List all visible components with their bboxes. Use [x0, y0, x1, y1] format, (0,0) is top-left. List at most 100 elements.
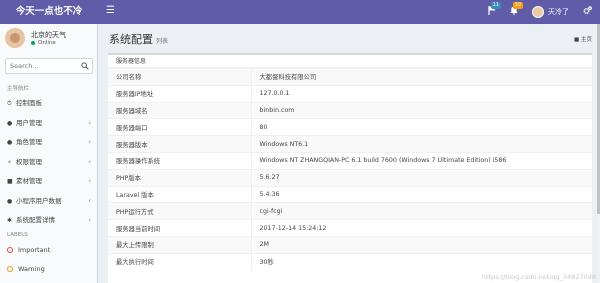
search-icon[interactable]	[81, 62, 89, 70]
table-row: 最大上传限制 2M	[108, 235, 592, 254]
row-value: 30秒	[250, 252, 592, 271]
row-key: 公司名称	[108, 68, 251, 86]
user-panel: 北京的天气 Online	[0, 24, 97, 54]
online-status: Online	[31, 40, 56, 46]
top-navbar: 今天一点也不冷 ☰ 11 10 天冷了	[0, 0, 600, 24]
home-icon: ■	[574, 37, 580, 43]
user-menu-name[interactable]: 天冷了	[548, 7, 569, 17]
table-row: 服务器域名 binbin.com	[108, 101, 592, 119]
server-info-box: 服务器信息 公司名称 大都督科技有限公司 服务器IP地址 127.0.0.1 服务器…	[108, 53, 592, 283]
nav-heading: 主导航栏	[7, 86, 30, 92]
label-important[interactable]: Important	[0, 241, 97, 260]
row-key: 最大执行时间	[108, 252, 251, 271]
bars-icon: ☰	[106, 5, 115, 16]
circle-icon	[7, 266, 13, 272]
search-input[interactable]	[6, 59, 80, 73]
sidebar-item-users[interactable]: ● 用户管理 ‹	[0, 114, 97, 134]
sidebar-item-label: 权限管理	[16, 157, 42, 166]
row-key: PHP版本	[108, 168, 251, 187]
row-key: 服务器当前时间	[108, 219, 251, 237]
table-row: 公司名称 大都督科技有限公司	[108, 68, 592, 86]
row-key: 服务器端口	[108, 118, 251, 136]
chevron-left-icon: ‹	[88, 177, 91, 185]
sidebar-avatar	[5, 28, 25, 48]
users-icon: ●	[7, 139, 13, 146]
sidebar-item-roles[interactable]: ● 角色管理 ‹	[0, 133, 97, 153]
dashboard-icon: ⏱	[7, 100, 12, 107]
chevron-left-icon: ‹	[88, 138, 91, 146]
watermark: https://blog.csdn.net/qq_34827048	[481, 273, 596, 281]
table-row: PHP版本 5.6.27	[108, 168, 592, 187]
label-warning[interactable]: Warning	[0, 260, 97, 279]
labels-list: Important Warning	[0, 241, 97, 279]
user-avatar[interactable]	[532, 6, 544, 18]
sidebar: 北京的天气 Online 主导航栏 ⏱控制面板 ●用户管理 ‹ ●角色管理 ‹ …	[0, 24, 98, 283]
sidebar-item-label: 角色管理	[16, 138, 42, 146]
row-key: 服务器域名	[108, 101, 251, 119]
row-key: 服务器IP地址	[108, 84, 251, 103]
online-dot-icon	[31, 40, 35, 45]
row-value: 大都督科技有限公司	[250, 68, 592, 86]
label-text: Warning	[18, 265, 45, 273]
page-subtitle: 列表	[156, 38, 169, 45]
table-row: 服务器IP地址 127.0.0.1	[108, 84, 592, 103]
breadcrumb-home[interactable]: 主页	[581, 37, 592, 43]
sidebar-item-miniprogram-users[interactable]: ● 小程序用户数据 ‹	[0, 192, 97, 212]
sidebar-item-label: 用户管理	[16, 118, 42, 127]
row-value: cgi-fcgi	[250, 202, 592, 220]
row-value: 2M	[250, 235, 592, 254]
sidebar-toggle-button[interactable]: ☰	[106, 6, 115, 16]
circle-icon	[7, 247, 13, 253]
breadcrumb[interactable]: ■ 主页	[574, 35, 592, 43]
row-value: 127.0.0.1	[250, 84, 592, 103]
sidebar-item-label: 素材管理	[16, 177, 42, 185]
row-key: 服务器版本	[108, 135, 251, 153]
key-icon: ⚬	[7, 158, 13, 166]
notifications-button[interactable]: 11	[488, 2, 501, 18]
sidebar-menu: ⏱ 控制面板 ● 用户管理 ‹ ● 角色管理 ‹ ⚬ 权限管理 ‹ ■ 素材管理 ‹ ● 小…	[0, 94, 97, 231]
folder-icon: ■	[7, 178, 13, 185]
sidebar-item-label: 控制面板	[16, 99, 42, 107]
chevron-left-icon: ‹	[88, 157, 91, 166]
row-key: Laravel 版本	[108, 185, 251, 203]
chevron-left-icon: ‹	[88, 196, 91, 205]
sidebar-item-dashboard[interactable]: ⏱ 控制面板	[0, 94, 97, 114]
sidebar-user-name: 北京的天气	[31, 31, 66, 39]
sidebar-item-system-config[interactable]: ✱ 系统配置详情 ‹	[0, 211, 97, 231]
sidebar-item-materials[interactable]: ■ 素材管理 ‹	[0, 172, 97, 192]
row-key: PHP运行方式	[108, 202, 251, 220]
table-row: 最大执行时间 30秒	[108, 252, 592, 271]
server-info-table: 公司名称 大都督科技有限公司 服务器IP地址 127.0.0.1 服务器域名 binb…	[108, 68, 592, 271]
table-row: 服务器版本 Windows NT6.1	[108, 135, 592, 153]
notifications-badge: 11	[490, 2, 501, 9]
user-icon: ●	[7, 119, 13, 127]
users-icon: ●	[7, 197, 13, 205]
table-row: Laravel 版本 5.4.36	[108, 185, 592, 203]
main-content: 系统配置 列表 ■ 主页 服务器信息 公司名称 大都督科技有限公司 服务器IP地址 1…	[99, 24, 600, 283]
sidebar-item-label: 系统配置详情	[16, 216, 55, 224]
row-key: 服务器操作系统	[108, 151, 251, 170]
app-logo[interactable]: 今天一点也不冷	[0, 0, 98, 24]
row-value: 5.4.36	[250, 185, 592, 203]
page-title-text: 系统配置	[109, 33, 153, 46]
table-row: 服务器操作系统 Windows NT ZHANGQIAN-PC 6.1 build…	[108, 151, 592, 170]
table-row: 服务器端口 80	[108, 118, 592, 136]
cogs-icon: ✱	[7, 217, 13, 224]
status-label: Online	[38, 40, 56, 46]
row-value: 2017-12-14 15:24:12	[250, 219, 592, 237]
cogs-icon	[583, 6, 592, 15]
page-title: 系统配置 列表	[109, 31, 168, 47]
labels-heading: LABELS	[7, 232, 28, 238]
row-value: Windows NT6.1	[250, 135, 592, 153]
navbar-right: 11 10 天冷了	[474, 0, 592, 24]
messages-button[interactable]: 10	[510, 2, 523, 18]
sidebar-item-permissions[interactable]: ⚬ 权限管理 ‹	[0, 153, 97, 173]
messages-badge: 10	[512, 2, 523, 9]
chevron-left-icon: ‹	[88, 216, 91, 224]
sidebar-item-label: 小程序用户数据	[16, 196, 62, 205]
table-row: 服务器当前时间 2017-12-14 15:24:12	[108, 219, 592, 237]
table-row: PHP运行方式 cgi-fcgi	[108, 202, 592, 220]
row-value: binbin.com	[250, 101, 592, 119]
row-value: Windows NT ZHANGQIAN-PC 6.1 build 7600 (…	[250, 151, 592, 170]
settings-button[interactable]	[583, 6, 592, 18]
